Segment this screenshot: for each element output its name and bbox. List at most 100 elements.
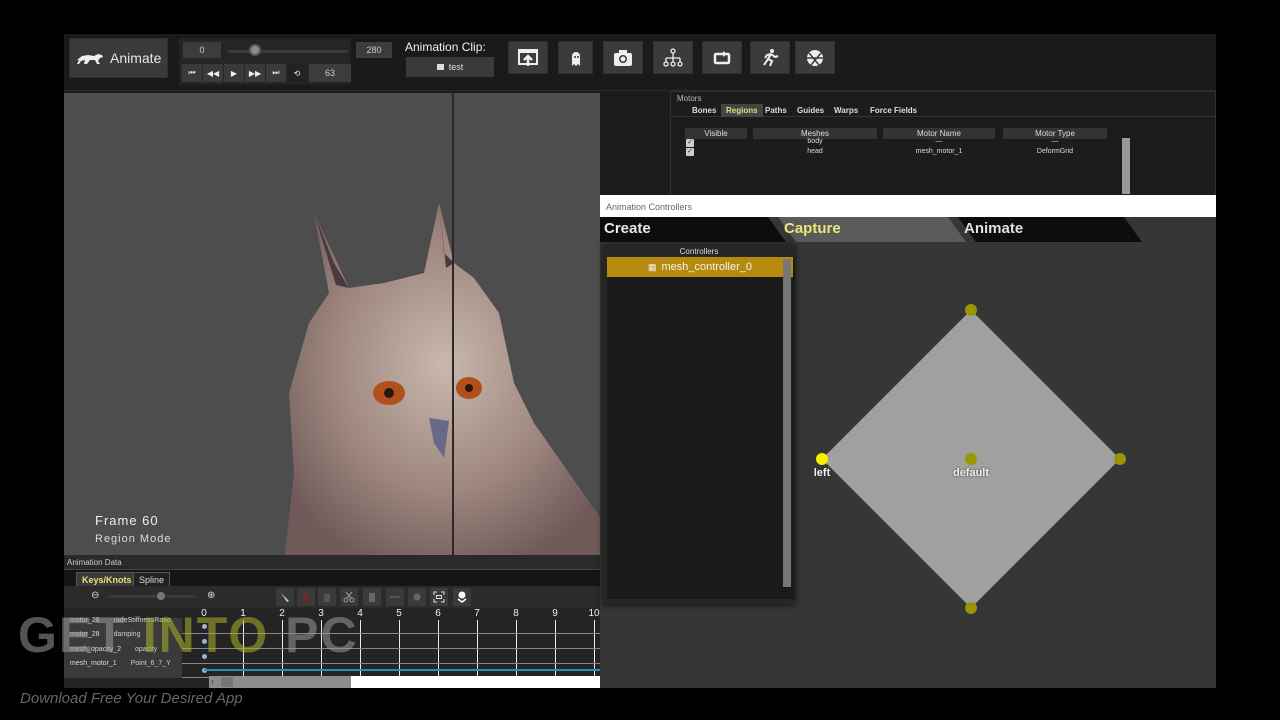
- timeline-tick-label: 6: [435, 608, 441, 619]
- clip-value: test: [448, 62, 464, 72]
- motors-scrollbar[interactable]: [1122, 138, 1130, 194]
- ghost-icon: [571, 51, 580, 66]
- hierarchy-button[interactable]: [653, 41, 693, 74]
- owl-character-image: [284, 203, 600, 555]
- delete-key-icon: [302, 593, 310, 601]
- timeline-zoom-handle[interactable]: [156, 592, 165, 600]
- animation-clip-label: Animation Clip:: [405, 40, 486, 54]
- physics-ball-icon: [807, 49, 823, 66]
- viewport-guide-line: [452, 93, 454, 555]
- visible-checkbox[interactable]: ✓: [686, 148, 694, 156]
- trash-button[interactable]: [318, 588, 336, 606]
- loop-icon: ⟲: [293, 68, 301, 78]
- ghost-button[interactable]: [558, 41, 593, 74]
- skip-start-icon: ⏮: [188, 68, 196, 77]
- timeline-tick-label: 7: [474, 608, 480, 619]
- frame-indicator: Frame 60: [95, 513, 159, 528]
- timeline-tick-label: 10: [588, 608, 600, 619]
- animation-clip-selector[interactable]: test: [406, 57, 494, 77]
- spread-icon: [390, 596, 400, 598]
- capture-pad[interactable]: [600, 195, 1216, 688]
- zoom-out-icon[interactable]: ⊖: [91, 590, 103, 602]
- trash-icon: [324, 594, 330, 602]
- cut-button[interactable]: [340, 588, 358, 606]
- visible-checkbox[interactable]: ✓: [686, 139, 694, 147]
- loop-tool-button[interactable]: [702, 41, 742, 74]
- range-end-field[interactable]: 280: [356, 42, 392, 58]
- run-button[interactable]: [750, 41, 790, 74]
- hierarchy-icon: [663, 47, 683, 67]
- tab-warps[interactable]: Warps: [829, 104, 863, 117]
- column-header-visible[interactable]: Visible: [685, 128, 747, 139]
- play-icon: ▶: [230, 68, 238, 78]
- rewind-button[interactable]: ◀◀: [203, 64, 223, 82]
- scroll-left-icon[interactable]: ‹: [211, 676, 214, 686]
- motors-tabs: Bones Regions Paths Guides Warps Force F…: [671, 104, 1216, 117]
- watermark-subtitle: Download Free Your Desired App: [20, 690, 243, 707]
- clip-icon: [436, 64, 444, 70]
- zoom-in-icon[interactable]: ⊕: [207, 590, 219, 602]
- animation-controllers-window: Animation Controllers Create Capture Ani…: [600, 195, 1216, 688]
- dot-button[interactable]: [408, 588, 426, 606]
- fast-forward-icon: ▶▶: [248, 68, 262, 78]
- running-figure-icon: [763, 48, 779, 66]
- current-frame-field[interactable]: 63: [309, 64, 351, 82]
- capture-point-center[interactable]: [965, 453, 977, 465]
- transport-controls: 0 280 ⏮ ◀◀ ▶ ▶▶ ⏭ ⟲ 63: [179, 38, 392, 85]
- skip-end-icon: ⏭: [272, 68, 280, 77]
- tab-spline[interactable]: Spline: [133, 572, 171, 586]
- timeline-tick-label: 8: [513, 608, 519, 619]
- scene-viewport[interactable]: Frame 60 Region Mode: [64, 93, 600, 555]
- animate-mode-label: Animate: [110, 50, 162, 66]
- app-window: Animate 0 280 ⏮ ◀◀ ▶ ▶▶ ⏭ ⟲ 63 Animation…: [64, 34, 1216, 688]
- timeline-horizontal-scrollbar[interactable]: ‹: [209, 676, 600, 688]
- frame-selection-button[interactable]: [430, 588, 448, 606]
- capture-point-label: default: [952, 467, 990, 479]
- delete-key-button[interactable]: [297, 588, 315, 606]
- spread-button[interactable]: [386, 588, 404, 606]
- marker-button[interactable]: [453, 588, 471, 606]
- mode-indicator: Region Mode: [95, 533, 172, 545]
- capture-point-right[interactable]: [1114, 453, 1126, 465]
- capture-point-top[interactable]: [965, 304, 977, 316]
- physics-button[interactable]: [795, 41, 835, 74]
- scrubber-handle[interactable]: [249, 44, 261, 56]
- scrollbar-thumb[interactable]: [221, 677, 233, 687]
- marker-icon: [457, 591, 467, 603]
- watermark-logo: GET INTO PC: [18, 607, 359, 663]
- active-track-curve: [204, 669, 600, 671]
- skip-start-button[interactable]: ⏮: [182, 64, 202, 82]
- tab-regions[interactable]: Regions: [721, 104, 763, 117]
- skip-end-button[interactable]: ⏭: [266, 64, 286, 82]
- tab-keys-knots[interactable]: Keys/Knots: [76, 572, 138, 586]
- loop-button[interactable]: ⟲: [287, 64, 307, 82]
- play-button[interactable]: ▶: [224, 64, 244, 82]
- paste-button[interactable]: [363, 588, 381, 606]
- tab-paths[interactable]: Paths: [760, 104, 792, 117]
- tab-force-fields[interactable]: Force Fields: [865, 104, 922, 117]
- animate-mode-button[interactable]: Animate: [69, 38, 168, 78]
- fast-forward-button[interactable]: ▶▶: [245, 64, 265, 82]
- export-button[interactable]: [508, 41, 548, 74]
- panther-logo-icon: [77, 54, 103, 64]
- timeline-zoom-slider[interactable]: [108, 595, 196, 598]
- brush-button[interactable]: [276, 588, 294, 606]
- camera-button[interactable]: [603, 41, 643, 74]
- mesh-cell: head: [807, 148, 823, 155]
- paste-icon: [369, 593, 375, 602]
- cut-icon: [343, 591, 355, 603]
- motors-title: Motors: [677, 94, 702, 103]
- brush-icon: [281, 593, 289, 602]
- tab-guides[interactable]: Guides: [792, 104, 829, 117]
- dot-icon: [413, 593, 421, 601]
- capture-point-left[interactable]: [816, 453, 828, 465]
- timeline-scrubber[interactable]: [228, 50, 348, 53]
- motor-type-cell: —: [1051, 138, 1059, 145]
- capture-point-label: left: [813, 467, 831, 479]
- motor-type-cell: DeformGrid: [1036, 148, 1074, 155]
- export-icon: [518, 48, 538, 66]
- tab-bones[interactable]: Bones: [687, 104, 721, 117]
- motors-panel: Motors Bones Regions Paths Guides Warps …: [670, 91, 1216, 196]
- capture-point-bottom[interactable]: [965, 602, 977, 614]
- range-start-field[interactable]: 0: [183, 42, 221, 58]
